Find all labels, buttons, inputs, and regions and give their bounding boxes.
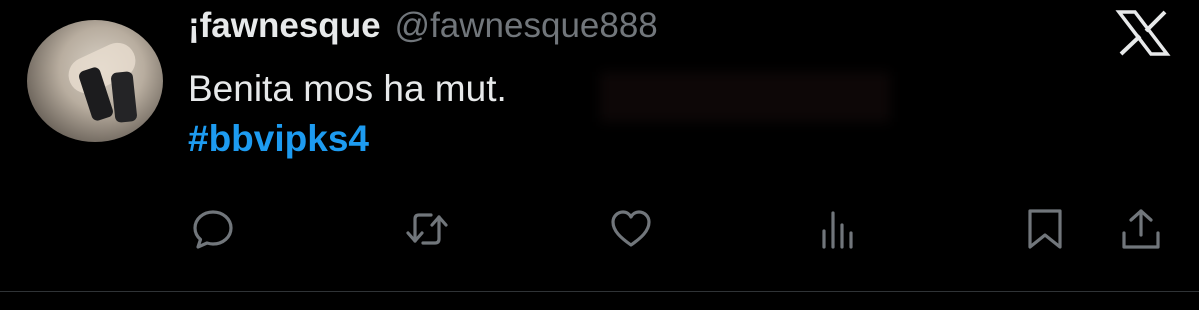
bookmark-icon xyxy=(1028,209,1062,249)
author-handle[interactable]: @fawnesque888 xyxy=(395,6,658,46)
views-icon xyxy=(822,211,853,249)
divider xyxy=(0,291,1199,292)
retweet-icon xyxy=(406,213,448,245)
views-button[interactable] xyxy=(815,206,861,252)
x-logo-icon xyxy=(1115,10,1171,56)
tweet-card[interactable]: ¡fawnesque @fawnesque888 Benita mos ha m… xyxy=(0,0,1199,290)
share-button[interactable] xyxy=(1118,206,1164,252)
tweet-header: ¡fawnesque @fawnesque888 xyxy=(188,6,658,52)
like-button[interactable] xyxy=(608,206,654,252)
author-display-name[interactable]: ¡fawnesque xyxy=(188,6,381,46)
tweet-body: Benita mos ha mut. #bbvipks4 xyxy=(188,64,507,164)
hashtag-link[interactable]: #bbvipks4 xyxy=(188,114,507,164)
like-icon xyxy=(611,210,651,247)
bookmark-button[interactable] xyxy=(1022,206,1068,252)
reply-button[interactable] xyxy=(190,206,236,252)
tweet-text: Benita mos ha mut. xyxy=(188,68,507,109)
reply-icon xyxy=(193,210,233,249)
share-icon xyxy=(1122,209,1160,249)
avatar-photo-detail xyxy=(110,70,138,124)
avatar[interactable] xyxy=(27,20,163,142)
tweet-actions xyxy=(0,206,1199,252)
retweet-button[interactable] xyxy=(404,206,450,252)
redacted-content xyxy=(600,72,890,122)
